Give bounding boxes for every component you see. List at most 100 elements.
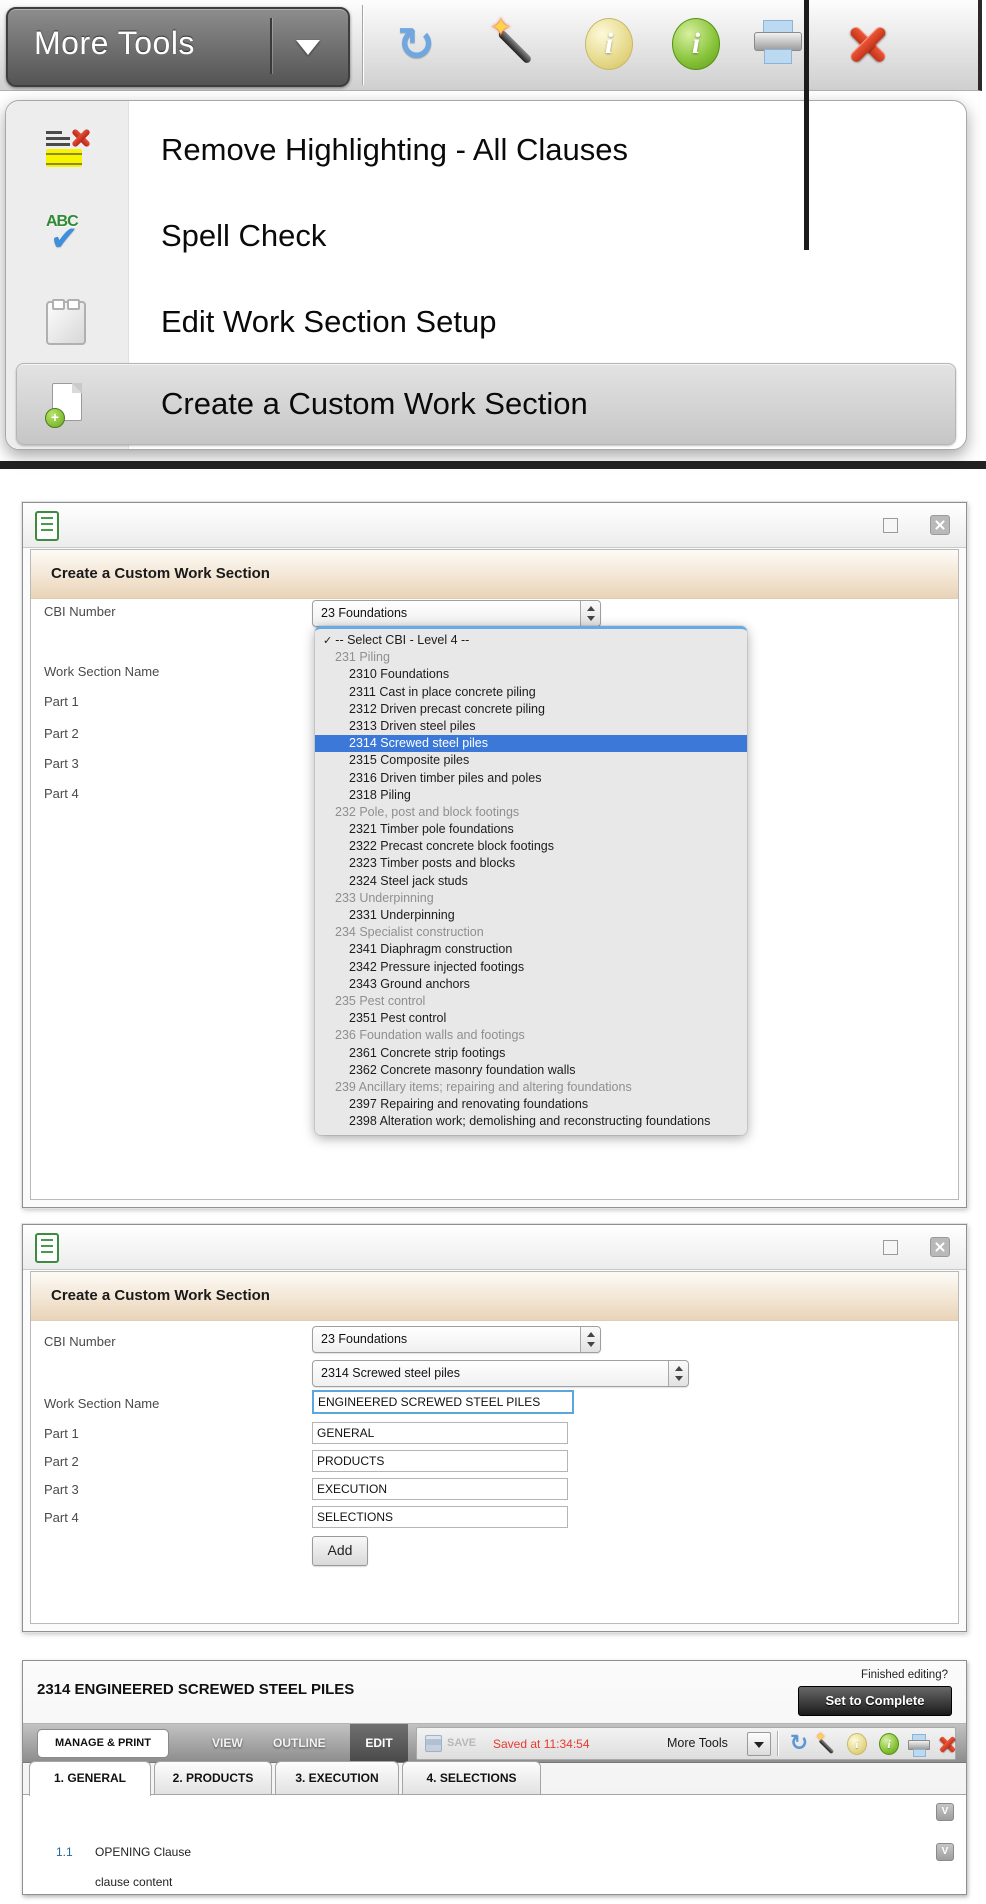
menu-item-spell-check[interactable]: ABC ✔ Spell Check xyxy=(6,195,966,277)
manage-print-tab[interactable]: MANAGE & PRINT xyxy=(37,1729,169,1758)
cbi-option[interactable]: -- Select CBI - Level 4 -- xyxy=(315,632,747,649)
cbi-option[interactable]: 2312 Driven precast concrete piling xyxy=(315,701,747,718)
work-section-name-input[interactable] xyxy=(312,1390,574,1414)
part-tabs: 1. GENERAL 2. PRODUCTS 3. EXECUTION 4. S… xyxy=(23,1761,966,1796)
cbi-option[interactable]: 2310 Foundations xyxy=(315,666,747,683)
clause-collapse-button[interactable]: V xyxy=(936,1843,954,1861)
cbi-option[interactable]: 2323 Timber posts and blocks xyxy=(315,855,747,872)
outline-tab[interactable]: OUTLINE xyxy=(273,1736,326,1750)
refresh-icon[interactable]: ↻ xyxy=(787,1732,811,1756)
menu-item-create-custom-work-section[interactable]: Create a Custom Work Section xyxy=(6,363,966,445)
cbi-number-label: CBI Number xyxy=(44,604,116,619)
menu-item-label: Edit Work Section Setup xyxy=(161,304,497,339)
part3-label: Part 3 xyxy=(44,1482,79,1497)
tab-general[interactable]: 1. GENERAL xyxy=(29,1761,151,1796)
cbi-option[interactable]: 2343 Ground anchors xyxy=(315,976,747,993)
document-icon xyxy=(35,511,59,541)
select-value: 2314 Screwed steel piles xyxy=(321,1366,460,1380)
chevron-down-icon[interactable] xyxy=(296,40,320,55)
set-to-complete-button[interactable]: Set to Complete xyxy=(798,1686,952,1716)
cbi-option[interactable]: 2331 Underpinning xyxy=(315,907,747,924)
create-custom-work-section-icon xyxy=(45,383,82,428)
minimize-icon[interactable] xyxy=(883,1240,898,1255)
info-green-icon[interactable]: i xyxy=(670,16,722,74)
part3-label: Part 3 xyxy=(44,756,79,771)
cbi-option[interactable]: 2341 Diaphragm construction xyxy=(315,941,747,958)
part4-label: Part 4 xyxy=(44,786,79,801)
cbi-option[interactable]: 2342 Pressure injected footings xyxy=(315,959,747,976)
cbi-level2-select[interactable]: 23 Foundations xyxy=(312,1326,601,1353)
cbi-option[interactable]: 231 Piling xyxy=(315,649,747,666)
cbi-option[interactable]: 2311 Cast in place concrete piling xyxy=(315,684,747,701)
cbi-option[interactable]: 232 Pole, post and block footings xyxy=(315,804,747,821)
cbi-option[interactable]: 2321 Timber pole foundations xyxy=(315,821,747,838)
part4-label: Part 4 xyxy=(44,1510,79,1525)
editor-navbar: MANAGE & PRINT VIEW OUTLINE EDIT SAVE Sa… xyxy=(23,1723,966,1763)
cbi-option[interactable]: 2397 Repairing and renovating foundation… xyxy=(315,1096,747,1113)
cbi-option[interactable]: 236 Foundation walls and footings xyxy=(315,1027,747,1044)
info-yellow-icon[interactable]: i xyxy=(845,1732,869,1756)
collapse-all-button[interactable]: V xyxy=(936,1803,954,1821)
cbi-option[interactable]: 2315 Composite piles xyxy=(315,752,747,769)
cbi-option[interactable]: 2322 Precast concrete block footings xyxy=(315,838,747,855)
more-tools-button[interactable]: More Tools xyxy=(6,7,350,87)
cbi-option[interactable]: 2313 Driven steel piles xyxy=(315,718,747,735)
work-section-editor: 2314 ENGINEERED SCREWED STEEL PILES Fini… xyxy=(22,1660,967,1895)
close-icon[interactable] xyxy=(935,1732,959,1756)
menu-item-remove-highlighting[interactable]: Remove Highlighting - All Clauses xyxy=(6,109,966,191)
print-icon[interactable] xyxy=(907,1732,931,1757)
info-yellow-icon[interactable]: i xyxy=(583,16,635,74)
menu-item-edit-work-section-setup[interactable]: Edit Work Section Setup xyxy=(6,281,966,363)
view-tab[interactable]: VIEW xyxy=(212,1736,243,1750)
cbi-option[interactable]: 2361 Concrete strip footings xyxy=(315,1045,747,1062)
clause-number[interactable]: 1.1 xyxy=(56,1845,73,1859)
cbi-option[interactable]: 2316 Driven timber piles and poles xyxy=(315,770,747,787)
edit-tab[interactable]: EDIT xyxy=(350,1724,408,1762)
wand-star: ✦ xyxy=(815,1729,826,1744)
refresh-glyph: ↻ xyxy=(789,1731,809,1756)
cbi-option[interactable]: 233 Underpinning xyxy=(315,890,747,907)
chevron-down-icon[interactable] xyxy=(747,1732,771,1756)
magic-wand-icon[interactable]: ✦ xyxy=(815,1729,839,1756)
cbi-option[interactable]: 239 Ancillary items; repairing and alter… xyxy=(315,1079,747,1096)
printer-paper-out xyxy=(912,1749,926,1757)
part1-input[interactable] xyxy=(312,1422,568,1444)
cbi-option[interactable]: 234 Specialist construction xyxy=(315,924,747,941)
part2-input[interactable] xyxy=(312,1450,568,1472)
window-close-icon[interactable] xyxy=(930,515,950,535)
tab-selections[interactable]: 4. SELECTIONS xyxy=(402,1761,541,1794)
cbi-level2-select[interactable]: 23 Foundations xyxy=(312,600,601,627)
finished-editing-label: Finished editing? xyxy=(861,1669,948,1681)
cbi-level4-select[interactable]: 2314 Screwed steel piles xyxy=(312,1360,689,1387)
work-section-name-label: Work Section Name xyxy=(44,1396,160,1411)
cbi-option[interactable]: 2324 Steel jack studs xyxy=(315,873,747,890)
more-tools-button-small[interactable]: More Tools xyxy=(667,1736,728,1750)
print-icon[interactable] xyxy=(752,16,804,74)
magic-wand-icon[interactable]: ✦ xyxy=(490,12,542,74)
cbi-option[interactable]: 2314 Screwed steel piles xyxy=(315,735,747,753)
cbi-option[interactable]: 2318 Piling xyxy=(315,787,747,804)
cbi-option[interactable]: 235 Pest control xyxy=(315,993,747,1010)
close-icon[interactable] xyxy=(842,16,894,74)
cbi-option[interactable]: 2398 Alteration work; demolishing and re… xyxy=(315,1113,747,1130)
dialog-header: Create a Custom Work Section xyxy=(31,550,958,599)
editor-toolbar-panel: SAVE Saved at 11:34:54 More Tools ↻ ✦ i … xyxy=(416,1727,956,1760)
tab-execution[interactable]: 3. EXECUTION xyxy=(275,1761,399,1794)
saved-status: Saved at 11:34:54 xyxy=(493,1737,590,1751)
part3-input[interactable] xyxy=(312,1478,568,1500)
tab-products[interactable]: 2. PRODUCTS xyxy=(154,1761,272,1794)
save-button[interactable]: SAVE xyxy=(447,1737,476,1749)
add-button[interactable]: Add xyxy=(312,1536,368,1566)
edit-work-section-setup-icon xyxy=(46,299,86,345)
refresh-icon[interactable]: ↻ xyxy=(390,16,442,74)
select-value: 23 Foundations xyxy=(321,1332,408,1346)
select-stepper-icon xyxy=(580,601,600,626)
dialog-header: Create a Custom Work Section xyxy=(31,1272,958,1321)
minimize-icon[interactable] xyxy=(883,518,898,533)
cbi-option[interactable]: 2351 Pest control xyxy=(315,1010,747,1027)
info-green-icon[interactable]: i xyxy=(877,1732,901,1756)
cbi-option[interactable]: 2362 Concrete masonry foundation walls xyxy=(315,1062,747,1079)
dialog-title: Create a Custom Work Section xyxy=(51,1287,270,1304)
window-close-icon[interactable] xyxy=(930,1237,950,1257)
part4-input[interactable] xyxy=(312,1506,568,1528)
